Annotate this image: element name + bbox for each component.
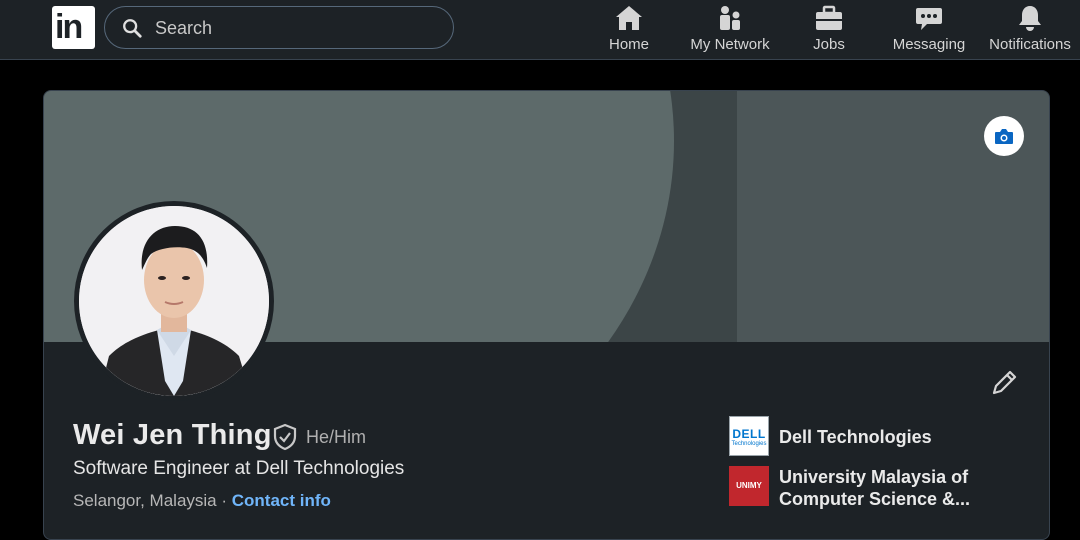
- nav-notifications[interactable]: Notifications: [986, 4, 1074, 58]
- org-name-dell: Dell Technologies: [779, 427, 932, 447]
- nav-home[interactable]: Home: [602, 4, 656, 58]
- unimy-logo: UNIMY: [729, 466, 769, 506]
- profile-photo[interactable]: [74, 201, 274, 401]
- home-icon: [616, 6, 642, 30]
- edit-profile-pencil-icon[interactable]: [986, 365, 1022, 401]
- dell-logo: DELL Technologies: [729, 416, 769, 456]
- messaging-icon: [916, 8, 942, 30]
- nav-my-network-label: My Network: [690, 36, 770, 53]
- profile-location: Selangor, Malaysia: [73, 491, 217, 510]
- nav-my-network[interactable]: My Network: [687, 4, 773, 58]
- nav-notifications-label: Notifications: [989, 36, 1071, 53]
- bell-icon: [1019, 6, 1041, 31]
- profile-card: Wei Jen Thing He/Him Software Engineer a…: [43, 90, 1050, 540]
- edit-banner-button[interactable]: [984, 116, 1024, 156]
- verified-shield-icon[interactable]: [272, 423, 298, 451]
- profile-photo-image: [79, 206, 269, 396]
- search-bar[interactable]: [104, 6, 454, 49]
- nav-messaging-label: Messaging: [892, 36, 966, 53]
- contact-info-link[interactable]: Contact info: [232, 491, 331, 510]
- linkedin-logo[interactable]: in: [52, 6, 95, 49]
- dell-logo-subtext: Technologies: [731, 441, 767, 447]
- location-separator: ·: [216, 491, 232, 510]
- profile-pronouns: He/Him: [306, 427, 367, 447]
- nav-home-label: Home: [608, 36, 649, 53]
- nav-messaging[interactable]: Messaging: [890, 4, 968, 58]
- network-icon: [720, 6, 740, 30]
- search-input[interactable]: [155, 15, 435, 41]
- nav-jobs[interactable]: Jobs: [808, 4, 850, 58]
- camera-icon: [995, 129, 1013, 144]
- org-name-unimy: University Malaysia of Computer Science …: [779, 467, 971, 509]
- briefcase-icon: [816, 5, 842, 30]
- top-nav-bar: in Home My Network Jobs: [0, 0, 1080, 60]
- search-icon: [123, 19, 142, 38]
- nav-jobs-label: Jobs: [813, 36, 845, 53]
- profile-location-line: Selangor, Malaysia · Contact info: [73, 491, 331, 511]
- unimy-logo-text: UNIMY: [736, 481, 762, 490]
- profile-name: Wei Jen Thing: [73, 419, 272, 451]
- dell-logo-text: DELL: [732, 427, 766, 441]
- profile-headline: Software Engineer at Dell Technologies: [73, 458, 405, 479]
